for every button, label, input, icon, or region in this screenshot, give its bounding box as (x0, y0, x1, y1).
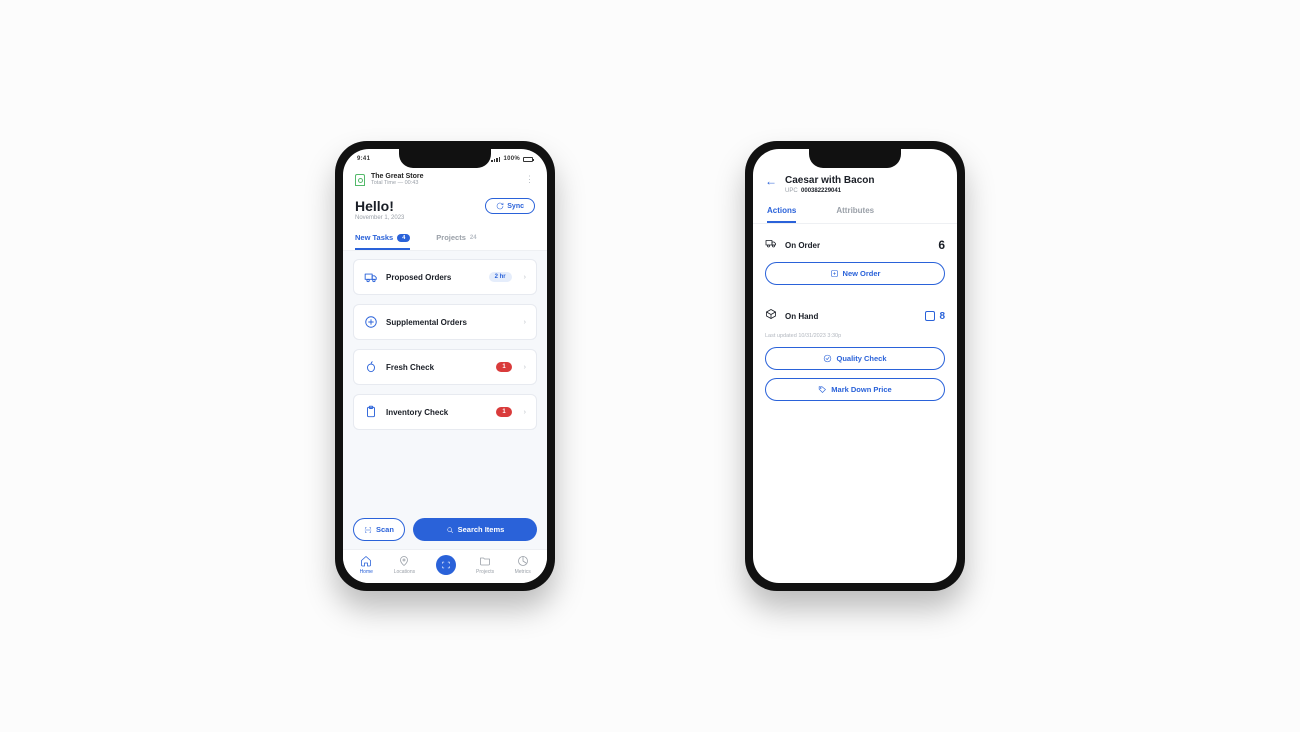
upc-label: UPC (785, 188, 798, 194)
card-title: Fresh Check (386, 363, 434, 372)
on-order-row: On Order 6 (765, 236, 945, 254)
on-hand-value: 8 (939, 311, 945, 322)
tab-attributes[interactable]: Attributes (836, 206, 874, 223)
phone-left: 9:41 100% The Great Store Total Time — 0… (335, 141, 555, 591)
tabbar-home[interactable]: Home (359, 554, 373, 575)
tabbar-metrics[interactable]: Metrics (515, 554, 531, 575)
tab-bar: Home Locations Projects Metrics (343, 549, 547, 583)
scan-label: Scan (376, 525, 394, 534)
on-hand-label: On Hand (785, 312, 818, 321)
tabbar-center[interactable] (436, 555, 456, 575)
tabbar-projects-label: Projects (476, 569, 494, 575)
folder-icon (478, 554, 492, 568)
chevron-right-icon: › (524, 364, 526, 371)
tab-projects-label: Projects (436, 233, 466, 242)
search-items-button[interactable]: Search Items (413, 518, 537, 541)
mark-down-label: Mark Down Price (831, 385, 891, 394)
card-proposed-orders[interactable]: Proposed Orders 2 hr › (353, 259, 537, 295)
tabbar-projects[interactable]: Projects (476, 554, 494, 575)
tag-icon (818, 385, 827, 394)
bottom-actions: Scan Search Items (343, 510, 547, 549)
tabbar-locations-label: Locations (394, 569, 415, 575)
tab-actions[interactable]: Actions (767, 206, 796, 223)
tab-projects-count: 24 (470, 235, 477, 241)
chevron-right-icon: › (524, 409, 526, 416)
greeting-title: Hello! (355, 198, 394, 214)
chevron-right-icon: › (524, 274, 526, 281)
status-battery: 100% (503, 156, 520, 162)
plus-circle-icon (364, 315, 378, 329)
mark-down-button[interactable]: Mark Down Price (765, 378, 945, 401)
box-icon (765, 307, 777, 325)
apple-icon (364, 360, 378, 374)
task-card-list: Proposed Orders 2 hr › Supplemental Orde… (343, 251, 547, 510)
more-icon[interactable]: ⋮ (525, 174, 535, 185)
on-hand-meta: Last updated 10/31/2023 3:30p (765, 333, 945, 339)
back-button[interactable]: ← (765, 175, 777, 187)
scan-button[interactable]: Scan (353, 518, 405, 541)
card-title: Inventory Check (386, 408, 448, 417)
location-icon (397, 554, 411, 568)
quality-check-label: Quality Check (836, 354, 886, 363)
store-name: The Great Store (371, 173, 424, 180)
phone-notch (399, 148, 491, 168)
card-title: Supplemental Orders (386, 318, 467, 327)
truck-icon (364, 270, 378, 284)
home-icon (359, 554, 373, 568)
sync-label: Sync (507, 203, 524, 210)
card-fresh-check[interactable]: Fresh Check 1 › (353, 349, 537, 385)
plus-icon (830, 269, 839, 278)
on-order-label: On Order (785, 241, 820, 250)
tabbar-metrics-label: Metrics (515, 569, 531, 575)
new-order-label: New Order (843, 269, 881, 278)
chart-icon (516, 554, 530, 568)
check-icon (823, 354, 832, 363)
chevron-right-icon: › (524, 319, 526, 326)
tabbar-home-label: Home (360, 569, 373, 575)
detail-tabs: Actions Attributes (753, 198, 957, 224)
tab-new-tasks[interactable]: New Tasks 4 (355, 233, 410, 250)
scan-fab-icon (436, 555, 456, 575)
store-header[interactable]: The Great Store Total Time — 00:43 ⋮ (343, 169, 547, 192)
tab-new-tasks-label: New Tasks (355, 233, 393, 242)
tab-new-tasks-count: 4 (397, 234, 410, 242)
screen-home: 9:41 100% The Great Store Total Time — 0… (343, 149, 547, 583)
tabs: New Tasks 4 Projects 24 (343, 229, 547, 251)
phone-right: ← Caesar with Bacon UPC 000382229041 Act… (745, 141, 965, 591)
upc-value: 000382229041 (801, 188, 841, 194)
on-hand-row: On Hand 8 (765, 307, 945, 325)
store-time: Total Time — 00:43 (371, 180, 424, 186)
clipboard-icon (364, 405, 378, 419)
status-time: 9:41 (357, 156, 370, 162)
store-icon (355, 174, 365, 186)
sync-button[interactable]: Sync (485, 198, 535, 214)
card-badge: 1 (496, 362, 511, 372)
battery-icon (523, 157, 533, 162)
new-order-button[interactable]: New Order (765, 262, 945, 285)
tabbar-locations[interactable]: Locations (394, 554, 415, 575)
truck-icon (765, 236, 777, 254)
card-badge: 2 hr (489, 272, 512, 282)
refresh-icon (496, 202, 504, 210)
item-title: Caesar with Bacon (785, 175, 874, 186)
search-label: Search Items (458, 525, 505, 534)
scan-icon (364, 526, 372, 534)
item-header: ← Caesar with Bacon UPC 000382229041 (753, 169, 957, 198)
on-order-value: 6 (938, 238, 945, 252)
card-title: Proposed Orders (386, 273, 451, 282)
signal-icon (491, 157, 500, 162)
card-inventory-check[interactable]: Inventory Check 1 › (353, 394, 537, 430)
quality-check-button[interactable]: Quality Check (765, 347, 945, 370)
card-supplemental-orders[interactable]: Supplemental Orders › (353, 304, 537, 340)
phone-notch (809, 148, 901, 168)
search-icon (446, 526, 454, 534)
edit-icon[interactable] (925, 311, 935, 321)
card-badge: 1 (496, 407, 511, 417)
date-label: November 1, 2023 (343, 214, 547, 229)
tab-projects[interactable]: Projects 24 (436, 233, 476, 250)
detail-body: On Order 6 New Order On Hand 8 (753, 224, 957, 413)
screen-item-detail: ← Caesar with Bacon UPC 000382229041 Act… (753, 149, 957, 583)
